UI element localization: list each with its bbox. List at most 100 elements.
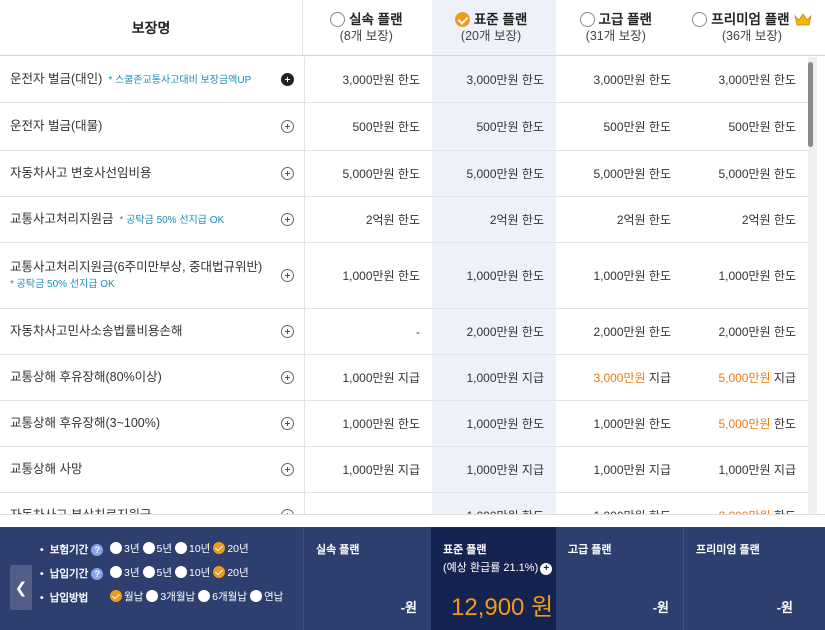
coverage-note: * 공탁금 50% 선지급 OK xyxy=(10,278,115,290)
option-radio[interactable]: 6개월납 xyxy=(198,589,247,604)
summary-plan-advanced[interactable]: 고급 플랜 -원 xyxy=(556,527,683,630)
expand-plus-icon[interactable] xyxy=(281,417,294,430)
pay-period-options: 납입기간? 3년 5년 10년 20년 xyxy=(40,561,300,585)
option-radio[interactable]: 20년 xyxy=(213,565,249,580)
crown-icon xyxy=(793,12,812,26)
coverage-name-cell: 자동차사고 변호사선임비용 xyxy=(0,151,305,196)
highlight-amount: 3,000만원 xyxy=(593,371,646,385)
option-label: 5년 xyxy=(156,542,173,555)
coverage-value: 1,000만원 한도 xyxy=(466,269,544,283)
option-label: 연납 xyxy=(263,590,284,603)
coverage-value: 3,000만원 한도 xyxy=(342,73,420,87)
checked-radio-icon[interactable] xyxy=(110,590,122,603)
expand-plus-icon[interactable] xyxy=(281,371,294,384)
checked-radio-icon[interactable] xyxy=(213,566,226,579)
help-icon[interactable]: ? xyxy=(91,543,104,556)
coverage-value: 500만원 한도 xyxy=(728,120,796,134)
expand-plus-icon[interactable] xyxy=(281,120,294,133)
table-row: 자동차사고민사소송법률비용손해 - 2,000만원 한도 2,000만원 한도 2,00… xyxy=(0,309,808,355)
radio-icon[interactable] xyxy=(175,566,187,579)
expand-plus-icon[interactable] xyxy=(281,167,294,180)
radio-icon[interactable] xyxy=(692,11,708,27)
plan-name: 프리미엄 플랜 xyxy=(711,11,790,27)
coverage-value: 3,000만원 한도 xyxy=(466,73,544,87)
radio-icon[interactable] xyxy=(110,542,122,555)
radio-icon[interactable] xyxy=(175,542,187,555)
option-label: 20년 xyxy=(227,566,249,579)
expand-plus-icon[interactable] xyxy=(281,269,294,282)
summary-plan-name: 프리미엄 플랜 xyxy=(696,544,760,556)
amount-unit: 한도 xyxy=(770,417,796,431)
radio-icon[interactable] xyxy=(579,11,595,27)
plan-header-advanced[interactable]: 고급 플랜 (31개 보장) xyxy=(553,0,679,55)
coverage-value: 1,000만원 지급 xyxy=(466,371,544,385)
plus-info-icon[interactable]: + xyxy=(540,563,553,575)
radio-icon[interactable] xyxy=(249,590,262,603)
radio-icon[interactable] xyxy=(142,566,155,579)
radio-icon[interactable] xyxy=(330,11,346,27)
coverage-value: 2,000만원 한도 xyxy=(593,325,671,339)
coverage-name-cell: 자동차사고 부상치료지원금 xyxy=(0,493,305,515)
coverage-value: 1,000만원 한도 xyxy=(593,417,671,431)
plan-name: 고급 플랜 xyxy=(598,11,652,27)
summary-price: -원 xyxy=(776,600,793,615)
coverage-value: 2,000만원 한도 xyxy=(718,325,796,339)
option-radio[interactable]: 5년 xyxy=(142,565,172,580)
option-label: 월납 xyxy=(124,590,144,603)
checked-radio-icon[interactable] xyxy=(213,542,226,555)
coverage-value: 2,000만원 한도 xyxy=(683,493,808,514)
period-label: 보험기간 xyxy=(49,543,89,556)
coverage-name-cell: 자동차사고민사소송법률비용손해 xyxy=(0,309,305,354)
option-radio[interactable]: 연납 xyxy=(249,589,284,604)
coverage-value: 1,000만원 지급 xyxy=(342,463,420,477)
plan-count: (20개 보장) xyxy=(460,28,522,43)
plan-header-basic[interactable]: 실속 플랜 (8개 보장) xyxy=(303,0,429,55)
option-radio[interactable]: 5년 xyxy=(142,541,173,556)
summary-plan-basic[interactable]: 실속 플랜 -원 xyxy=(304,527,431,630)
plan-header-standard[interactable]: 표준 플랜 (20개 보장) xyxy=(429,0,552,55)
summary-plan-name: 고급 플랜 xyxy=(568,544,612,556)
radio-icon[interactable] xyxy=(198,590,211,603)
expand-plus-icon[interactable] xyxy=(281,463,294,476)
option-radio[interactable]: 월납 xyxy=(110,589,143,604)
check-radio-icon[interactable] xyxy=(454,11,470,27)
option-label: 6개월납 xyxy=(212,590,247,603)
radio-icon[interactable] xyxy=(142,542,155,555)
coverage-value: 500만원 한도 xyxy=(603,120,671,134)
coverage-value: 5,000만원 한도 xyxy=(466,167,544,181)
expand-plus-icon[interactable] xyxy=(281,73,294,86)
expand-plus-icon[interactable] xyxy=(281,509,294,514)
help-icon[interactable]: ? xyxy=(91,567,104,580)
option-radio[interactable]: 20년 xyxy=(213,541,249,556)
plan-name: 표준 플랜 xyxy=(473,11,528,27)
chevron-left-icon[interactable]: ❮ xyxy=(10,565,32,610)
coverage-value: 1,000만원 한도 xyxy=(432,493,556,514)
summary-plan-standard[interactable]: 표준 플랜 (예상 환급률 21.1%) + 12,900 원 xyxy=(431,527,556,630)
coverage-table: 보장명 실속 플랜 (8개 보장) 표준 플랜 (20개 보장) 고급 플랜 (… xyxy=(0,0,825,515)
table-row: 교통사고처리지원금 * 공탁금 50% 선지급 OK 2억원 한도 2억원 한도 2억원… xyxy=(0,197,808,243)
expand-plus-icon[interactable] xyxy=(281,213,294,226)
option-label: 10년 xyxy=(189,542,211,555)
coverage-value: 5,000만원 한도 xyxy=(593,167,671,181)
coverage-rows: 운전자 벌금(대인) * 스쿨존교통사고대비 보장금액UP 3,000만원 한도 3,… xyxy=(0,57,808,515)
coverage-note: * 공탁금 50% 선지급 OK xyxy=(119,214,225,226)
coverage-name: 자동차사고 부상치료지원금 xyxy=(10,508,152,515)
option-radio[interactable]: 10년 xyxy=(175,541,210,556)
summary-plan-premium[interactable]: 프리미엄 플랜 -원 xyxy=(684,527,807,630)
radio-icon[interactable] xyxy=(110,566,122,579)
plan-name: 실속 플랜 xyxy=(349,11,403,27)
option-radio[interactable]: 3년 xyxy=(110,565,140,580)
option-radio[interactable]: 10년 xyxy=(175,565,210,580)
table-row: 자동차사고 변호사선임비용 5,000만원 한도 5,000만원 한도 5,000만원… xyxy=(0,151,808,197)
coverage-value: 5,000만원 한도 xyxy=(683,401,808,446)
coverage-value: 1,000만원 지급 xyxy=(718,463,796,477)
scrollbar-thumb[interactable] xyxy=(808,62,813,147)
table-row: 운전자 벌금(대물) 500만원 한도 500만원 한도 500만원 한도 500만원 … xyxy=(0,103,808,151)
expand-plus-icon[interactable] xyxy=(281,325,294,338)
coverage-value: 2,000만원 한도 xyxy=(466,325,544,339)
coverage-value: 1,000만원 지급 xyxy=(342,371,420,385)
option-radio[interactable]: 3개월납 xyxy=(146,589,195,604)
plan-header-premium[interactable]: 프리미엄 플랜 (36개 보장) xyxy=(679,0,825,55)
radio-icon[interactable] xyxy=(146,590,159,603)
option-radio[interactable]: 3년 xyxy=(110,541,140,556)
